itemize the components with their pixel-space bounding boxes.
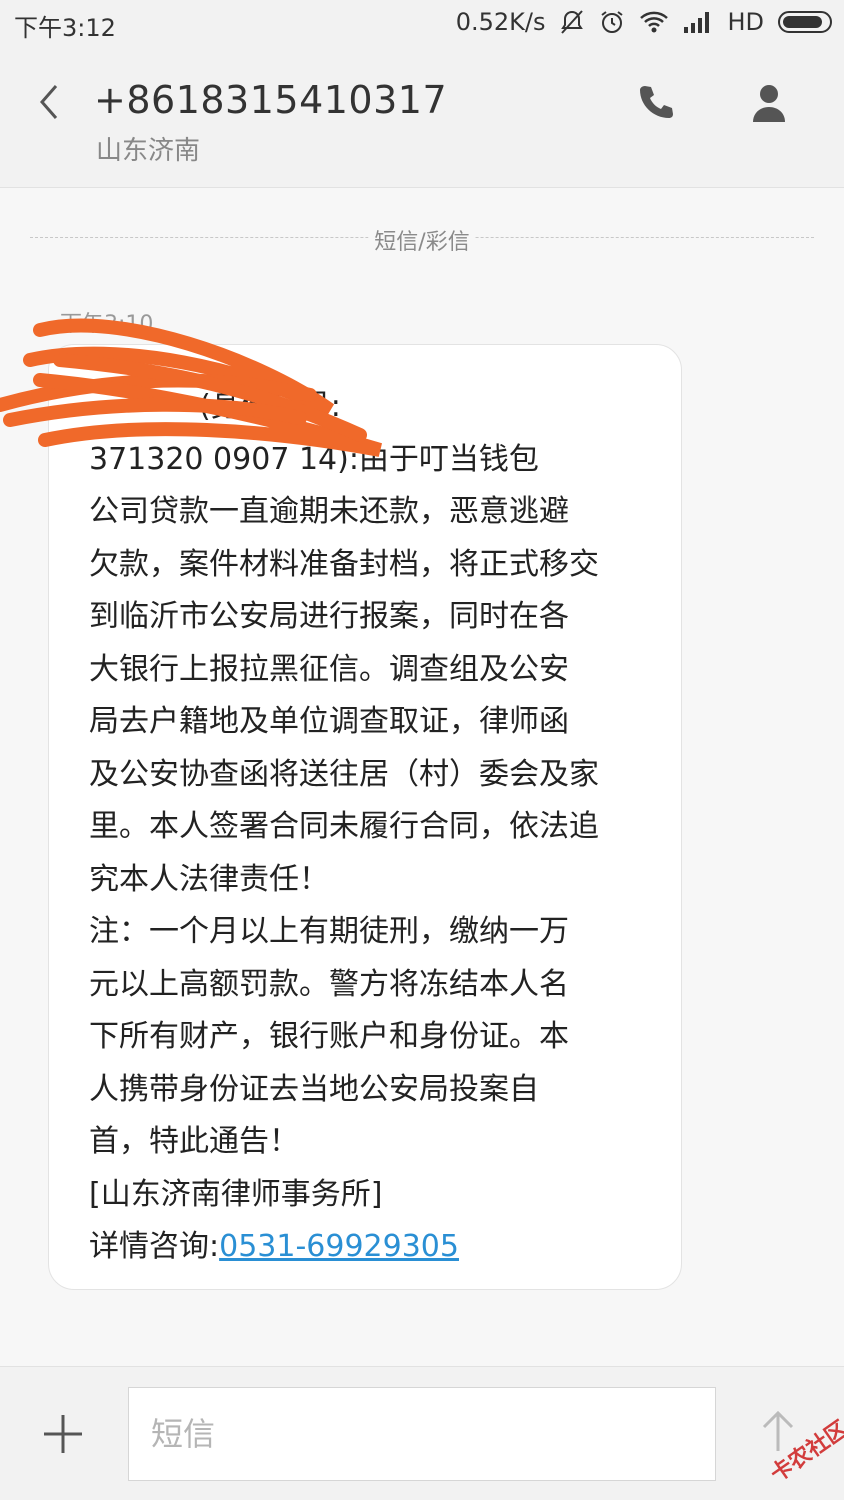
divider-label: 短信/彩信 (368, 224, 476, 256)
compose-bar (0, 1366, 844, 1500)
attach-button[interactable] (40, 1411, 86, 1457)
person-icon (753, 85, 785, 122)
message-line: 371320 0907 14):由于叮当钱包 (89, 441, 539, 477)
message-line: 公司贷款一直逾期未还款，恶意逃避 (89, 494, 569, 529)
status-icons: 0.52K/s HD (456, 8, 832, 36)
message-line: 首，特此通告！ (89, 1124, 299, 1159)
message-line: 到临沂市公安局进行报案，同时在各 (89, 599, 569, 634)
message-line: 注：一个月以上有期徒刑，缴纳一万 (89, 914, 569, 949)
network-type: HD (727, 8, 764, 36)
message-line: 究本人法律责任！ (89, 861, 329, 897)
sms-input[interactable] (128, 1387, 716, 1481)
message-timestamp: 下午3:10 (60, 312, 154, 337)
chevron-left-icon (40, 85, 58, 119)
contact-number: +8618315410317 (94, 78, 448, 122)
message-line: 大银行上报拉黑征信。调查组及公安 (89, 651, 569, 687)
signal-icon (684, 12, 710, 33)
phone-icon (640, 86, 673, 118)
alarm-icon (601, 11, 624, 33)
conversation-header: +8618315410317 山东济南 (0, 50, 844, 188)
phone-link[interactable]: 0531-69929305 (219, 1229, 459, 1264)
battery-icon (778, 11, 832, 33)
watermark-logo: 卡农社区 (742, 1412, 844, 1488)
message-bubble[interactable]: (身份证号: 371320 0907 14):由于叮当钱包 公司贷款一直逾期未还… (48, 344, 682, 1290)
contact-location: 山东济南 (96, 136, 201, 166)
wifi-icon (640, 11, 669, 33)
message-line: 欠款，案件材料准备封档，将正式移交 (89, 546, 599, 582)
plus-icon (44, 1415, 82, 1453)
status-bar: 下午3:12 0.52K/s HD (0, 0, 844, 50)
message-line-contact: 详情咨询:0531-69929305 (89, 1221, 651, 1274)
message-line: 里。本人签署合同未履行合同，依法追 (89, 809, 599, 844)
net-speed: 0.52K/s (455, 8, 546, 36)
mute-bell-icon (561, 10, 584, 34)
watermark-text: 卡农社区 (766, 1416, 844, 1488)
message-line: (身份证号: (199, 389, 341, 424)
message-line: 元以上高额罚款。警方将冻结本人名 (89, 966, 569, 1002)
status-time: 下午3:12 (14, 14, 116, 42)
message-line: 人携带身份证去当地公安局投案自 (89, 1071, 539, 1107)
contact-prefix: 详情咨询: (89, 1229, 220, 1264)
message-line: 及公安协查函将送往居（村）委会及家 (89, 756, 599, 792)
message-line: 局去户籍地及单位调查取证，律师函 (89, 704, 569, 739)
call-button[interactable] (636, 82, 676, 122)
message-type-divider: 短信/彩信 (30, 224, 814, 256)
back-button[interactable] (30, 80, 70, 124)
message-line: 下所有财产，银行账户和身份证。本 (89, 1019, 569, 1054)
message-line: [山东济南律师事务所] (89, 1176, 383, 1212)
contact-profile-button[interactable] (748, 82, 790, 124)
